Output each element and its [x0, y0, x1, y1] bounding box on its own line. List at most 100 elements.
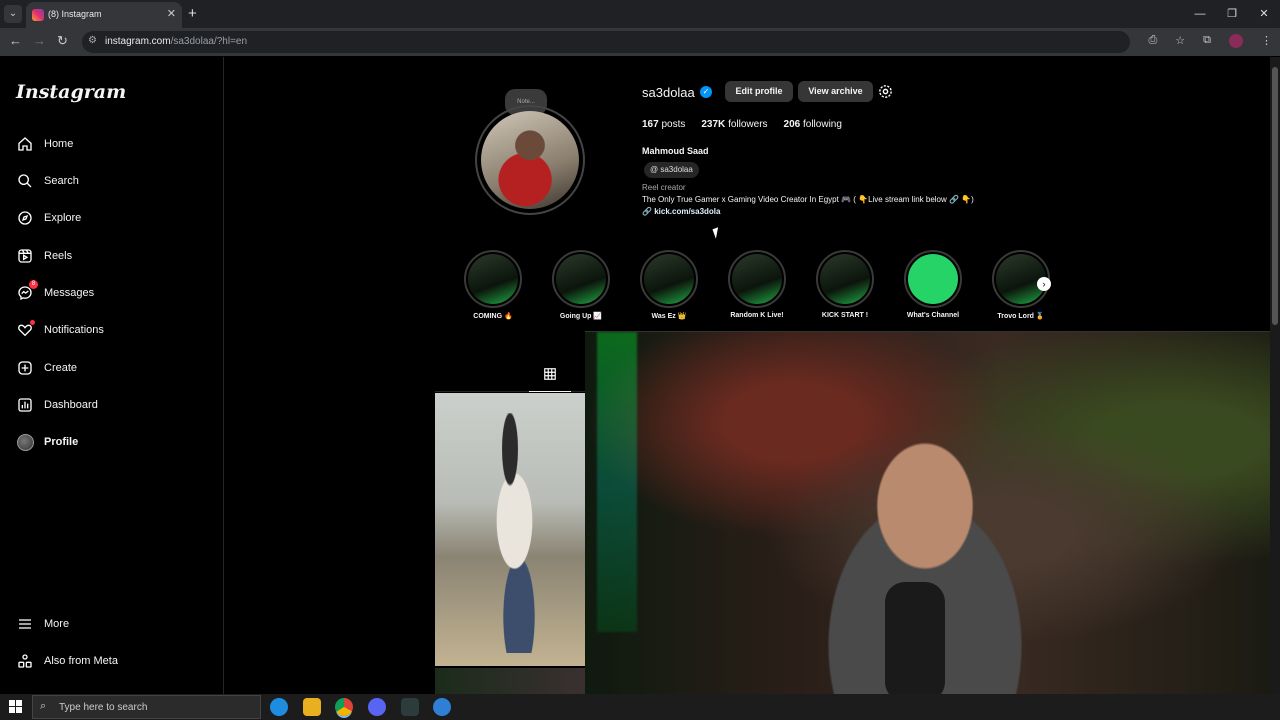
- highlight-item[interactable]: KICK START !: [814, 250, 876, 319]
- sidebar: Instagram Home Search Explore Reels 8 Me…: [0, 57, 224, 694]
- posts-count: 167: [642, 119, 659, 130]
- windows-taskbar: ⌕ Type here to search: [0, 694, 1280, 720]
- sidebar-item-label: Notifications: [44, 324, 104, 336]
- sidebar-item-dashboard[interactable]: Dashboard: [16, 393, 98, 417]
- page-scrollbar[interactable]: [1270, 57, 1280, 694]
- site-info-icon[interactable]: ⚙: [88, 35, 97, 46]
- home-icon: [16, 135, 34, 153]
- messages-badge: 8: [29, 280, 38, 289]
- following-label: following: [803, 119, 842, 130]
- highlight-ring: [904, 250, 962, 308]
- install-app-icon[interactable]: ⎙: [1148, 34, 1157, 48]
- verified-badge-icon: ✓: [700, 86, 712, 98]
- posts-stat[interactable]: 167 posts: [642, 119, 685, 130]
- browser-toolbar: ← → ↻ ⚙ instagram.com/sa3dolaa/?hl=en ⎙ …: [0, 28, 1280, 56]
- instagram-logo[interactable]: Instagram: [16, 81, 126, 103]
- sidebar-item-label: Create: [44, 362, 78, 374]
- profile-icon-wrap: [16, 433, 34, 451]
- settings-gear-icon[interactable]: [877, 83, 894, 100]
- scrollbar-thumb[interactable]: [1272, 67, 1278, 325]
- highlight-label: Trovo Lord 🏅: [997, 313, 1045, 320]
- back-icon[interactable]: ←: [9, 33, 22, 48]
- link-icon: 🔗: [642, 207, 652, 216]
- plus-square-icon: [16, 359, 34, 377]
- sidebar-item-reels[interactable]: Reels: [16, 244, 72, 268]
- highlight-item[interactable]: Going Up 📈: [550, 250, 612, 320]
- tab-posts-grid[interactable]: [529, 367, 571, 392]
- forward-icon[interactable]: →: [33, 33, 46, 48]
- windows-start-icon[interactable]: [9, 700, 22, 713]
- sidebar-item-label: Home: [44, 138, 74, 150]
- taskbar-search-placeholder: Type here to search: [59, 702, 148, 713]
- reload-icon[interactable]: ↻: [57, 33, 68, 49]
- edge-icon[interactable]: [270, 698, 288, 716]
- sidebar-item-more[interactable]: More: [16, 612, 69, 636]
- extensions-icon[interactable]: ⧉: [1203, 34, 1211, 48]
- sidebar-item-messages[interactable]: 8 Messages: [16, 280, 94, 305]
- highlight-label: What's Channel: [906, 312, 960, 319]
- whatsapp-icon: [908, 254, 958, 304]
- discord-icon[interactable]: [368, 698, 386, 716]
- browser-menu-icon[interactable]: ⋮: [1261, 34, 1272, 48]
- highlight-item[interactable]: COMING 🔥: [462, 250, 524, 320]
- profile-link[interactable]: 🔗 kick.com/sa3dola: [642, 207, 720, 216]
- followers-stat[interactable]: 237K followers: [701, 119, 767, 130]
- post-thumbnail[interactable]: [435, 668, 585, 694]
- sidebar-item-profile[interactable]: Profile: [16, 430, 78, 454]
- bookmark-star-icon[interactable]: ☆: [1175, 34, 1185, 48]
- reels-icon: [16, 247, 34, 265]
- messenger-icon: 8: [16, 280, 38, 302]
- search-icon: [16, 172, 34, 190]
- highlight-ring: [816, 250, 874, 308]
- microphone: [885, 582, 945, 694]
- sidebar-item-label: Reels: [44, 250, 73, 262]
- sidebar-item-label: More: [44, 618, 70, 630]
- chrome-icon[interactable]: [335, 698, 353, 716]
- profile-stats: 167 posts 237K followers 206 following: [642, 119, 842, 130]
- dashboard-icon: [16, 396, 34, 414]
- browser-tab[interactable]: (8) Instagram ✕: [26, 2, 182, 28]
- highlight-cover: [820, 254, 870, 304]
- url-path: /sa3dolaa/?hl=en: [170, 36, 248, 47]
- highlight-ring: [640, 250, 698, 308]
- new-tab-button[interactable]: +: [188, 5, 197, 22]
- highlight-item[interactable]: Random K Live!: [726, 250, 788, 319]
- sidebar-item-search[interactable]: Search: [16, 169, 79, 193]
- profile-link-text: kick.com/sa3dola: [654, 207, 721, 216]
- post-thumbnail[interactable]: [435, 393, 585, 666]
- highlight-item[interactable]: What's Channel: [902, 250, 964, 319]
- address-bar[interactable]: ⚙ instagram.com/sa3dolaa/?hl=en: [82, 31, 1130, 53]
- mouse-cursor: [712, 227, 722, 239]
- edit-profile-button[interactable]: Edit profile: [725, 81, 793, 102]
- following-count: 206: [783, 119, 801, 130]
- sidebar-item-label: Search: [44, 175, 79, 187]
- minimize-button[interactable]: —: [1184, 0, 1216, 28]
- sidebar-item-explore[interactable]: Explore: [16, 206, 81, 230]
- profile-avatar[interactable]: [475, 105, 585, 215]
- sidebar-item-notifications[interactable]: Notifications: [16, 318, 104, 342]
- sidebar-item-home[interactable]: Home: [16, 132, 73, 156]
- highlight-label: KICK START !: [821, 312, 869, 319]
- sidebar-item-label: Profile: [44, 436, 79, 448]
- sidebar-item-create[interactable]: Create: [16, 356, 77, 380]
- chevron-right-icon[interactable]: ›: [1037, 277, 1051, 291]
- close-window-button[interactable]: ✕: [1248, 0, 1280, 28]
- compass-icon: [16, 209, 34, 227]
- app-icon[interactable]: [401, 698, 419, 716]
- meta-apps-icon: [16, 652, 34, 670]
- tab-search-button[interactable]: ⌄: [4, 5, 22, 23]
- app-icon[interactable]: [433, 698, 451, 716]
- threads-badge[interactable]: @ sa3dolaa: [644, 162, 699, 178]
- followers-label: followers: [728, 119, 768, 130]
- following-stat[interactable]: 206 following: [784, 119, 842, 130]
- taskbar-search[interactable]: ⌕ Type here to search: [32, 695, 261, 719]
- highlight-cover: [644, 254, 694, 304]
- file-explorer-icon[interactable]: [303, 698, 321, 716]
- close-tab-icon[interactable]: ✕: [167, 7, 176, 20]
- highlight-label: Going Up 📈: [559, 313, 603, 320]
- sidebar-item-meta[interactable]: Also from Meta: [16, 649, 118, 673]
- view-archive-button[interactable]: View archive: [798, 81, 873, 102]
- highlight-item[interactable]: Was Ez 👑: [638, 250, 700, 320]
- browser-profile-avatar[interactable]: [1229, 34, 1243, 48]
- restore-button[interactable]: ❐: [1216, 0, 1248, 28]
